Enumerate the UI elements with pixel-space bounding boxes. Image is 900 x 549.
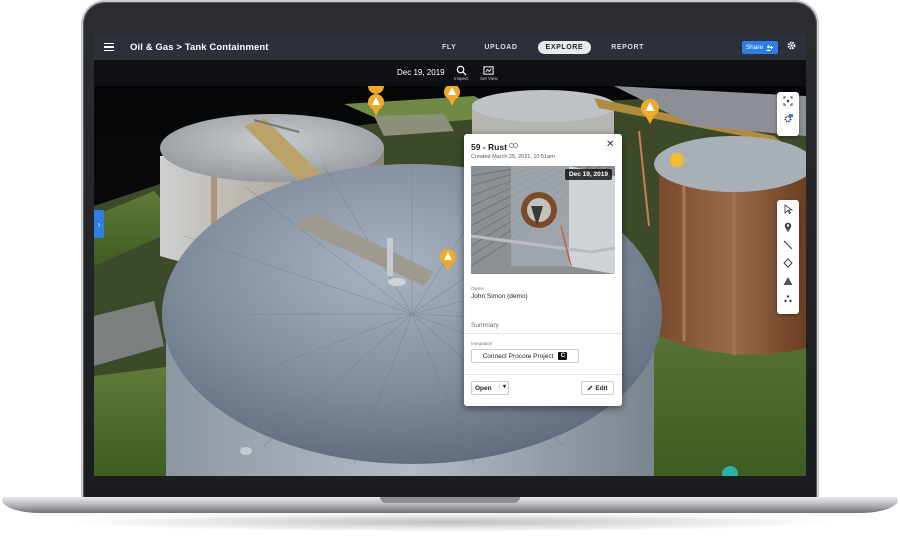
owner-name[interactable]: John Simon (demo) xyxy=(471,293,528,300)
share-users-icon xyxy=(766,45,774,51)
tab-fly[interactable]: FLY xyxy=(434,41,464,54)
rust-closeup-image xyxy=(471,166,615,274)
select-arrow-icon[interactable] xyxy=(778,200,798,218)
inspect-tool[interactable]: Inspect xyxy=(454,65,469,81)
close-icon[interactable]: ✕ xyxy=(606,139,614,150)
set-view-label: Set View xyxy=(480,76,498,81)
capture-date[interactable]: Dec 19, 2019 xyxy=(397,68,445,77)
annotation-photo[interactable]: Dec 19, 2019 xyxy=(471,166,615,274)
set-view-icon xyxy=(483,66,494,75)
expand-left-panel-button[interactable]: › xyxy=(94,210,104,238)
set-view-tool[interactable]: Set View xyxy=(480,65,498,81)
open-button-label: Open xyxy=(475,384,492,392)
measure-toolbar xyxy=(777,200,799,314)
share-button-label: Share xyxy=(745,44,764,51)
aerial-tank-scene xyxy=(94,86,806,476)
open-button[interactable]: Open ▾ xyxy=(471,381,509,395)
annotation-title: 59 - Rust xyxy=(471,142,507,152)
divider xyxy=(464,374,622,375)
app-screen: Oil & Gas > Tank Containment FLY UPLOAD … xyxy=(94,34,806,476)
date-toolbar: Dec 19, 2019 Inspect Set View xyxy=(94,60,806,86)
laptop-notch xyxy=(380,497,520,503)
share-button[interactable]: Share xyxy=(742,41,778,54)
photo-date-badge: Dec 19, 2019 xyxy=(564,169,612,180)
3d-model-viewport[interactable] xyxy=(94,86,806,476)
focus-icon[interactable] xyxy=(778,92,798,110)
point-cloud-icon[interactable] xyxy=(778,290,798,308)
integration-label: Integration xyxy=(471,341,493,346)
connect-procore-button[interactable]: Connect Procore Project C xyxy=(471,349,579,363)
line-measure-icon[interactable] xyxy=(778,236,798,254)
hamburger-menu-icon[interactable] xyxy=(98,34,120,60)
created-timestamp: Created March 25, 2021, 10:51am xyxy=(471,154,555,160)
annotation-pin-5[interactable] xyxy=(670,153,684,167)
chevron-down-icon[interactable]: ▾ xyxy=(498,383,506,390)
layers-settings-icon[interactable] xyxy=(778,110,798,128)
edit-button-label: Edit xyxy=(595,384,608,392)
magnifier-icon xyxy=(456,65,467,76)
owner-label: Owner xyxy=(471,286,485,291)
tab-report[interactable]: REPORT xyxy=(603,41,652,54)
tab-upload[interactable]: UPLOAD xyxy=(476,41,525,54)
top-app-bar: Oil & Gas > Tank Containment FLY UPLOAD … xyxy=(94,34,806,60)
main-nav: FLY UPLOAD EXPLORE REPORT xyxy=(434,34,652,60)
procore-logo-icon: C xyxy=(558,352,568,360)
connect-procore-label: Connect Procore Project xyxy=(482,352,554,360)
area-polygon-icon[interactable] xyxy=(778,254,798,272)
gear-icon[interactable] xyxy=(784,40,798,54)
annotation-details-card: 59 - Rust ✕ Created March 25, 2021, 10:5… xyxy=(464,134,622,406)
breadcrumb: Oil & Gas > Tank Containment xyxy=(130,41,269,53)
volume-icon[interactable] xyxy=(778,272,798,290)
edit-button[interactable]: Edit xyxy=(581,381,614,395)
link-icon[interactable] xyxy=(509,143,518,150)
laptop-shadow xyxy=(60,512,840,532)
location-pin-icon[interactable] xyxy=(778,218,798,236)
tab-explore[interactable]: EXPLORE xyxy=(537,40,592,54)
inspect-label: Inspect xyxy=(454,76,469,81)
view-toolbar xyxy=(777,92,799,136)
pencil-icon xyxy=(587,385,593,391)
summary-field[interactable]: Summary xyxy=(471,322,499,329)
divider xyxy=(464,333,622,334)
